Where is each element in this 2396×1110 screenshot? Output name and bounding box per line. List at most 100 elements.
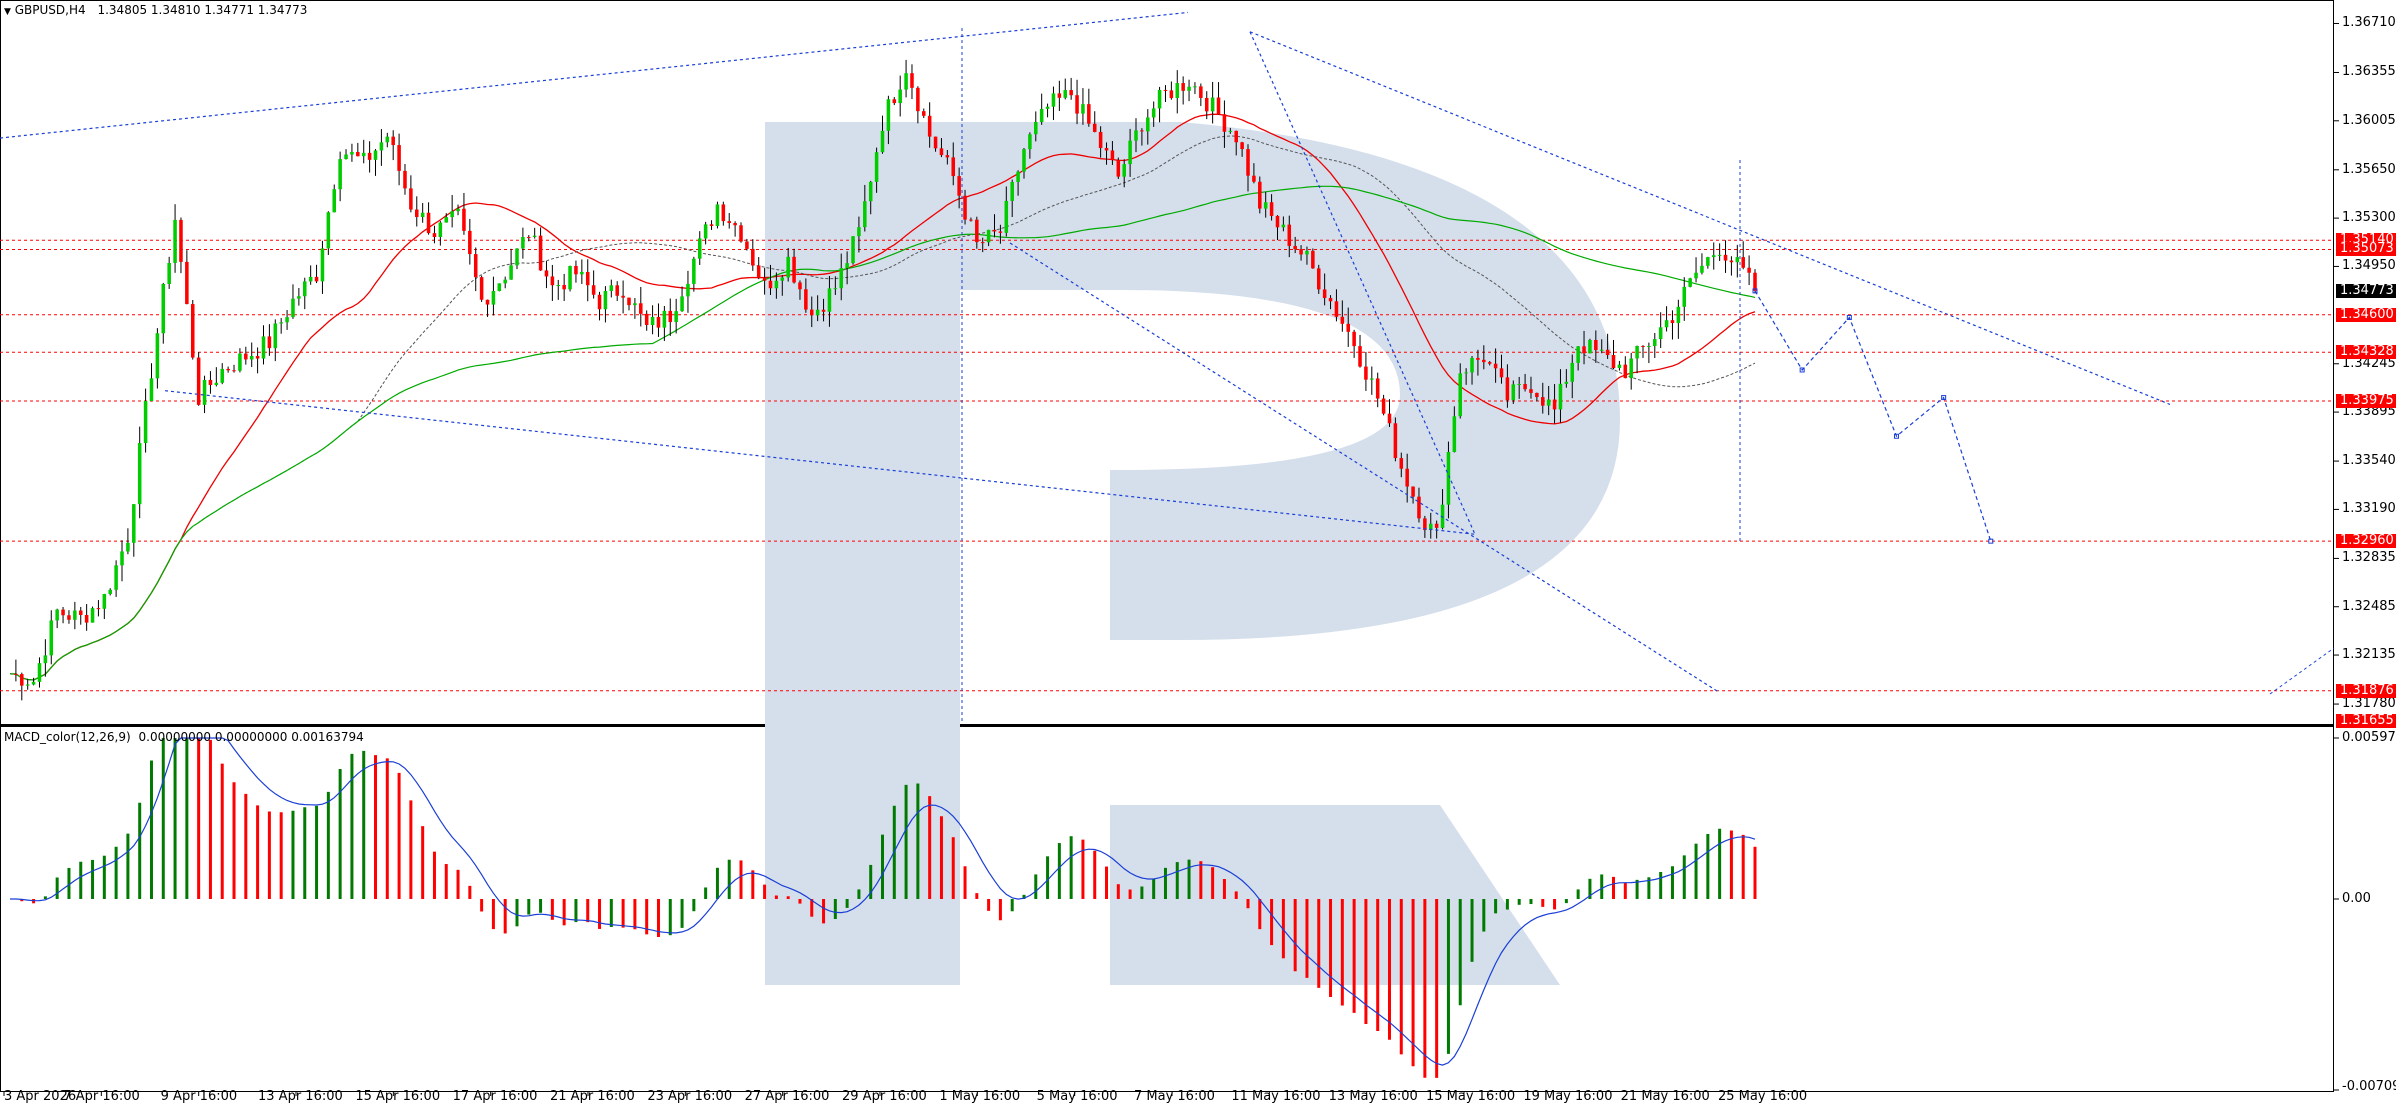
candle-body xyxy=(1299,249,1303,255)
candle-body xyxy=(190,304,195,358)
candle-body xyxy=(986,229,991,243)
candle-body xyxy=(1552,399,1557,410)
candle-body xyxy=(415,209,419,218)
candle-body xyxy=(1016,171,1020,182)
candle-body xyxy=(1092,123,1097,132)
price-axis-label: 1.33190 xyxy=(2342,501,2396,517)
candle-body xyxy=(615,285,619,296)
candle-body xyxy=(1134,130,1138,141)
candle-body xyxy=(644,313,649,326)
candle-body xyxy=(114,565,118,590)
macd-axis-label: 0.00 xyxy=(2342,890,2371,906)
candle-body xyxy=(1517,383,1521,385)
candle-body xyxy=(1617,364,1622,369)
candle-body xyxy=(597,294,602,310)
candle-body xyxy=(1358,346,1362,367)
candle-body xyxy=(1346,323,1350,332)
candle-body xyxy=(1281,224,1286,228)
candle-body xyxy=(1370,378,1374,380)
candle-body xyxy=(1199,86,1203,98)
dropdown-triangle-icon[interactable]: ▼ xyxy=(4,7,11,17)
candle-body xyxy=(1470,357,1474,373)
candle-body xyxy=(1605,349,1610,356)
candle-body xyxy=(397,145,401,171)
candle-body xyxy=(155,333,160,379)
candle-body xyxy=(792,256,796,283)
candle-body xyxy=(768,280,773,289)
candle-body xyxy=(745,241,749,249)
candle-body xyxy=(1169,90,1174,99)
price-axis-label: 1.35650 xyxy=(2342,161,2396,177)
price-axis-label: 1.36355 xyxy=(2342,64,2396,80)
candle-body xyxy=(84,614,89,623)
price-axis-label: 1.31780 xyxy=(2342,696,2396,712)
candle-body xyxy=(208,379,213,385)
candle-body xyxy=(650,316,655,326)
candle-body xyxy=(1523,383,1527,390)
time-axis-label: 21 May 16:00 xyxy=(1620,1089,1710,1104)
candle-body xyxy=(904,73,908,90)
candle-body xyxy=(556,284,561,286)
candle-body xyxy=(1647,346,1651,348)
candle-body xyxy=(839,268,844,289)
candle-body xyxy=(185,261,189,305)
price-axis-label: 1.32485 xyxy=(2342,598,2396,614)
chart-canvas[interactable] xyxy=(0,0,2396,1110)
candle-body xyxy=(980,242,985,244)
candle-body xyxy=(1311,250,1315,269)
candle-body xyxy=(1269,202,1274,216)
macd-values: 0.00000000 0.00000000 0.00163794 xyxy=(138,730,364,744)
candle-body xyxy=(385,136,390,143)
candle-body xyxy=(1653,339,1657,347)
candle-body xyxy=(196,357,201,405)
candle-body xyxy=(1098,131,1103,149)
candle-body xyxy=(515,248,519,266)
candle-body xyxy=(297,296,301,299)
candle-body xyxy=(1151,108,1156,118)
symbol-label: GBPUSD,H4 xyxy=(14,3,86,17)
candle-body xyxy=(686,283,690,297)
candle-body xyxy=(90,608,95,623)
candle-body xyxy=(379,142,384,151)
candle-body xyxy=(532,235,537,238)
candle-body xyxy=(798,282,802,290)
candle-body xyxy=(668,310,673,323)
candle-body xyxy=(550,276,555,286)
candle-body xyxy=(527,237,531,239)
candle-body xyxy=(1487,362,1492,364)
candle-body xyxy=(1723,254,1728,261)
candle-body xyxy=(326,212,331,249)
candle-body xyxy=(774,280,779,289)
candle-body xyxy=(1417,496,1421,519)
candle-body xyxy=(874,152,879,182)
candle-body xyxy=(951,157,956,177)
candle-body xyxy=(1293,245,1297,250)
candle-body xyxy=(285,317,289,323)
candle-body xyxy=(916,87,920,112)
time-axis-label: 19 May 16:00 xyxy=(1523,1089,1613,1104)
candle-body xyxy=(1623,364,1628,379)
price-badge: 1.34600 xyxy=(2336,307,2396,322)
candle-body xyxy=(863,201,867,228)
candle-body xyxy=(715,204,720,226)
price-axis-label: 1.32835 xyxy=(2342,550,2396,566)
candle-body xyxy=(1051,93,1056,107)
candle-body xyxy=(226,368,230,371)
candle-body xyxy=(815,309,820,316)
symbol-header: ▼ GBPUSD,H4 1.34805 1.34810 1.34771 1.34… xyxy=(4,3,307,17)
candle-body xyxy=(1234,130,1238,143)
candle-body xyxy=(927,115,932,137)
candle-body xyxy=(703,224,708,239)
candle-body xyxy=(1635,345,1639,359)
time-axis-label: 11 May 16:00 xyxy=(1231,1089,1321,1104)
candle-body xyxy=(1535,392,1539,398)
candle-body xyxy=(391,136,395,146)
candle-body xyxy=(1493,363,1498,369)
candle-body xyxy=(1063,90,1068,98)
candle-body xyxy=(1163,89,1168,91)
candle-body xyxy=(214,382,219,385)
time-axis-label: 25 May 16:00 xyxy=(1718,1089,1808,1104)
candle-body xyxy=(1735,257,1740,263)
candle-body xyxy=(1411,486,1415,497)
candle-body xyxy=(356,151,360,157)
